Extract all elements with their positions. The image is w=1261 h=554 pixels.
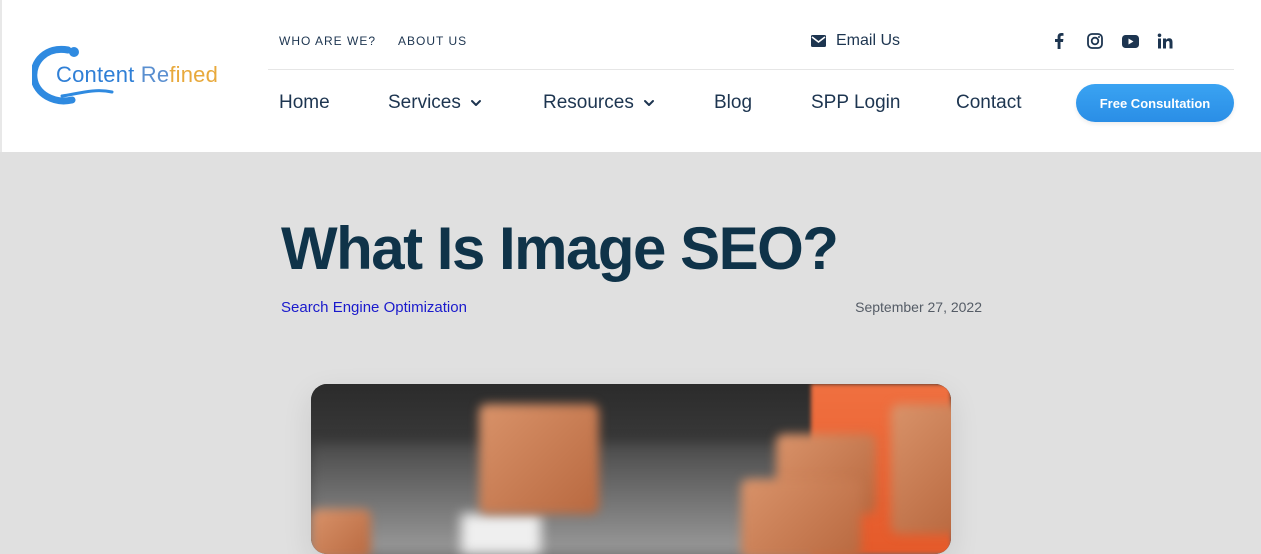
email-us-label: Email Us <box>836 32 901 49</box>
article-title: What Is Image SEO? <box>281 215 839 282</box>
featured-image-box <box>311 509 371 554</box>
article-category-link[interactable]: Search Engine Optimization <box>281 299 467 316</box>
topbar-link-about-us[interactable]: ABOUT US <box>398 34 467 48</box>
logo-word-re: Re <box>134 62 170 87</box>
youtube-icon[interactable] <box>1121 32 1139 50</box>
featured-image <box>311 384 951 554</box>
nav-item-services[interactable]: Services <box>388 92 483 114</box>
nav-item-label: SPP Login <box>811 92 901 113</box>
featured-image-box <box>479 404 599 514</box>
nav-item-label: Contact <box>956 92 1022 113</box>
nav-item-blog[interactable]: Blog <box>714 92 752 114</box>
featured-image-box <box>741 479 861 554</box>
nav-item-contact[interactable]: Contact <box>956 92 1021 114</box>
chevron-down-icon <box>470 100 481 106</box>
logo-word-fined: fined <box>169 62 219 87</box>
free-consultation-button[interactable]: Free Consultation <box>1076 84 1234 122</box>
email-us-link[interactable]: Email Us <box>811 31 900 51</box>
nav-item-label: Services <box>388 92 461 113</box>
header-divider <box>268 69 1234 70</box>
logo-word-content: Content <box>56 62 135 87</box>
logo-text: Content Refined <box>56 62 218 88</box>
envelope-icon <box>811 35 826 47</box>
nav-item-spp-login[interactable]: SPP Login <box>811 92 900 114</box>
featured-image-box <box>891 404 951 534</box>
instagram-icon[interactable] <box>1086 32 1104 50</box>
nav-item-label: Home <box>279 92 330 113</box>
facebook-icon[interactable] <box>1050 32 1068 50</box>
site-header: Content Refined WHO ARE WE? ABOUT US Ema… <box>0 0 1261 152</box>
nav-item-home[interactable]: Home <box>279 92 330 114</box>
linkedin-icon[interactable] <box>1156 32 1174 50</box>
chevron-down-icon <box>643 100 654 106</box>
nav-item-resources[interactable]: Resources <box>543 92 656 114</box>
nav-item-label: Blog <box>714 92 753 113</box>
nav-item-label: Resources <box>543 92 634 113</box>
site-logo[interactable]: Content Refined <box>32 44 252 106</box>
featured-image-paper <box>461 514 541 554</box>
article-date: September 27, 2022 <box>855 299 982 315</box>
topbar-link-who-are-we[interactable]: WHO ARE WE? <box>279 34 376 48</box>
